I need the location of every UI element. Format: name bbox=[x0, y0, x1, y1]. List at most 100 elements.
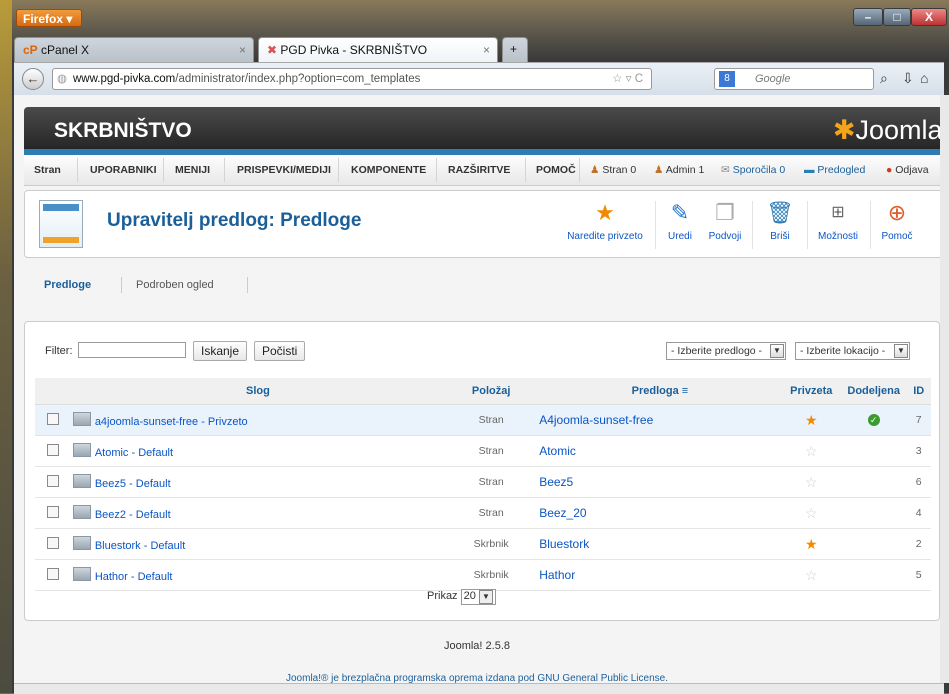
style-link[interactable]: Hathor - Default bbox=[95, 571, 173, 583]
download-icon[interactable]: ⇩ bbox=[902, 70, 914, 87]
thumbnail-icon[interactable] bbox=[72, 536, 91, 550]
template-link[interactable]: Bluestork bbox=[539, 537, 589, 551]
search-button[interactable]: Iskanje bbox=[193, 341, 248, 361]
back-arrow-icon[interactable]: ← bbox=[22, 68, 44, 90]
tab-pgd-pivka[interactable]: ✖ PGD Pivka - SKRBNIŠTVO × bbox=[258, 37, 498, 63]
menu-item-stran[interactable]: Stran bbox=[34, 164, 61, 176]
style-link[interactable]: Beez2 - Default bbox=[95, 509, 171, 521]
menu-item-uporabniki[interactable]: UPORABNIKI bbox=[90, 164, 157, 176]
table-row[interactable]: Atomic - Default Stran Atomic ☆ 3 bbox=[35, 435, 931, 467]
style-link[interactable]: Atomic - Default bbox=[95, 447, 173, 459]
logout-link[interactable]: ● Odjava bbox=[886, 164, 929, 176]
duplicate-button[interactable]: ❐ Podvoji bbox=[705, 199, 745, 251]
row-checkbox[interactable] bbox=[47, 443, 60, 456]
style-link[interactable]: Bluestork - Default bbox=[95, 540, 185, 552]
url-input[interactable]: ◍ www.pgd-pivka.com/administrator/index.… bbox=[52, 68, 652, 90]
header-id[interactable]: ID bbox=[906, 378, 931, 405]
divider bbox=[224, 158, 225, 182]
assigned-cell bbox=[840, 466, 907, 498]
edit-button[interactable]: ✎ Uredi bbox=[660, 199, 700, 251]
options-button[interactable]: ⊞ Možnosti bbox=[813, 199, 863, 251]
pencil-icon: ✎ bbox=[670, 200, 690, 225]
thumbnail-icon[interactable] bbox=[72, 443, 91, 457]
table-row[interactable]: Beez2 - Default Stran Beez_20 ☆ 4 bbox=[35, 497, 931, 529]
clear-button[interactable]: Počisti bbox=[254, 341, 306, 361]
bookmark-star-icon[interactable]: ☆ ▿ C bbox=[612, 69, 643, 89]
header-assigned[interactable]: Dodeljena bbox=[840, 378, 907, 405]
style-link[interactable]: Beez5 - Default bbox=[95, 478, 171, 490]
horizontal-scrollbar[interactable] bbox=[14, 683, 944, 694]
row-checkbox[interactable] bbox=[47, 567, 60, 580]
star-outline-icon[interactable]: ☆ bbox=[805, 443, 818, 459]
templates-table: Slog Položaj Predloga ≡ Privzeta Dodelje… bbox=[35, 378, 931, 591]
template-link[interactable]: Hathor bbox=[539, 568, 575, 582]
minimize-button[interactable]: – bbox=[853, 8, 883, 26]
header-template[interactable]: Predloga ≡ bbox=[538, 378, 782, 405]
default-star-icon[interactable]: ★ bbox=[805, 412, 818, 428]
help-button[interactable]: ⊕ Pomoč bbox=[877, 199, 917, 251]
template-link[interactable]: A4joomla-sunset-free bbox=[539, 413, 653, 427]
menu-item-razsiritve[interactable]: RAZŠIRITVE bbox=[448, 164, 510, 176]
row-checkbox[interactable] bbox=[47, 474, 60, 487]
firefox-menu-button[interactable]: Firefox ▾ bbox=[16, 9, 82, 27]
row-checkbox[interactable] bbox=[47, 536, 60, 549]
make-default-button[interactable]: ★ Naredite privzeto bbox=[560, 199, 650, 251]
delete-button[interactable]: 🗑 Briši bbox=[760, 199, 800, 251]
browser-window: Firefox ▾ – □ X cP cPanel X × ✖ PGD Pivk… bbox=[0, 0, 949, 694]
row-checkbox[interactable] bbox=[47, 505, 60, 518]
tab-label: cPanel X bbox=[41, 43, 90, 57]
thumbnail-icon[interactable] bbox=[72, 412, 91, 426]
template-link[interactable]: Beez5 bbox=[539, 475, 573, 489]
filter-label: Filter: bbox=[45, 345, 73, 357]
header-style[interactable]: Slog bbox=[71, 378, 445, 405]
globe-icon: ◍ bbox=[57, 73, 68, 85]
default-cell: ☆ bbox=[781, 466, 841, 498]
row-checkbox[interactable] bbox=[47, 412, 60, 425]
template-link[interactable]: Atomic bbox=[539, 444, 576, 458]
template-link[interactable]: Beez_20 bbox=[539, 506, 586, 520]
template-cell: Atomic bbox=[538, 435, 782, 467]
position-cell: Stran bbox=[444, 466, 539, 498]
copy-icon: ❐ bbox=[715, 200, 735, 225]
mail-icon: ✉ bbox=[721, 164, 730, 176]
search-input[interactable]: 8 Google bbox=[714, 68, 874, 90]
search-icon[interactable]: ⌕ bbox=[880, 70, 888, 87]
filter-input[interactable] bbox=[78, 342, 186, 358]
header-default[interactable]: Privzeta bbox=[781, 378, 841, 405]
thumbnail-icon[interactable] bbox=[72, 474, 91, 488]
thumbnail-icon[interactable] bbox=[72, 567, 91, 581]
close-icon[interactable]: × bbox=[483, 43, 490, 57]
table-row[interactable]: a4joomla-sunset-free - Privzeto Stran A4jo… bbox=[35, 404, 931, 436]
preview-link[interactable]: ▬ Predogled bbox=[804, 164, 865, 176]
tab-details[interactable]: Podroben ogled bbox=[136, 279, 214, 291]
location-select[interactable]: - Izberite lokacijo - ▼ bbox=[795, 342, 910, 360]
new-tab-button[interactable]: + bbox=[502, 37, 528, 63]
menu-item-pomoc[interactable]: POMOČ bbox=[536, 164, 576, 176]
maximize-button[interactable]: □ bbox=[883, 8, 911, 26]
close-icon[interactable]: × bbox=[239, 43, 246, 57]
status-stran[interactable]: ♟ Stran 0 bbox=[590, 164, 636, 176]
home-icon[interactable]: ⌂ bbox=[920, 70, 928, 86]
thumbnail-icon[interactable] bbox=[72, 505, 91, 519]
menu-item-komponente[interactable]: KOMPONENTE bbox=[351, 164, 426, 176]
default-star-icon[interactable]: ★ bbox=[805, 536, 818, 552]
tab-styles[interactable]: Predloge bbox=[44, 279, 91, 291]
main-menu: Stran UPORABNIKI MENIJI PRISPEVKI/MEDIJI… bbox=[24, 155, 940, 186]
table-row[interactable]: Hathor - Default Skrbnik Hathor ☆ 5 bbox=[35, 559, 931, 591]
template-select[interactable]: - Izberite predlogo - ▼ bbox=[666, 342, 786, 360]
table-row[interactable]: Beez5 - Default Stran Beez5 ☆ 6 bbox=[35, 466, 931, 498]
close-window-button[interactable]: X bbox=[911, 8, 947, 26]
vertical-scrollbar[interactable] bbox=[940, 95, 949, 683]
star-outline-icon[interactable]: ☆ bbox=[805, 474, 818, 490]
star-outline-icon[interactable]: ☆ bbox=[805, 567, 818, 583]
header-position[interactable]: Položaj bbox=[444, 378, 539, 405]
style-link[interactable]: a4joomla-sunset-free - Privzeto bbox=[95, 416, 248, 428]
tab-cpanel[interactable]: cP cPanel X × bbox=[14, 37, 254, 63]
status-admin[interactable]: ♟ Admin 1 bbox=[654, 164, 704, 176]
limit-select[interactable]: 20 ▼ bbox=[460, 589, 496, 605]
status-messages[interactable]: ✉ Sporočila 0 bbox=[721, 164, 785, 176]
star-outline-icon[interactable]: ☆ bbox=[805, 505, 818, 521]
menu-item-meniji[interactable]: MENIJI bbox=[175, 164, 210, 176]
menu-item-prispevki[interactable]: PRISPEVKI/MEDIJI bbox=[237, 164, 331, 176]
table-row[interactable]: Bluestork - Default Skrbnik Bluestork ★ 2 bbox=[35, 528, 931, 560]
